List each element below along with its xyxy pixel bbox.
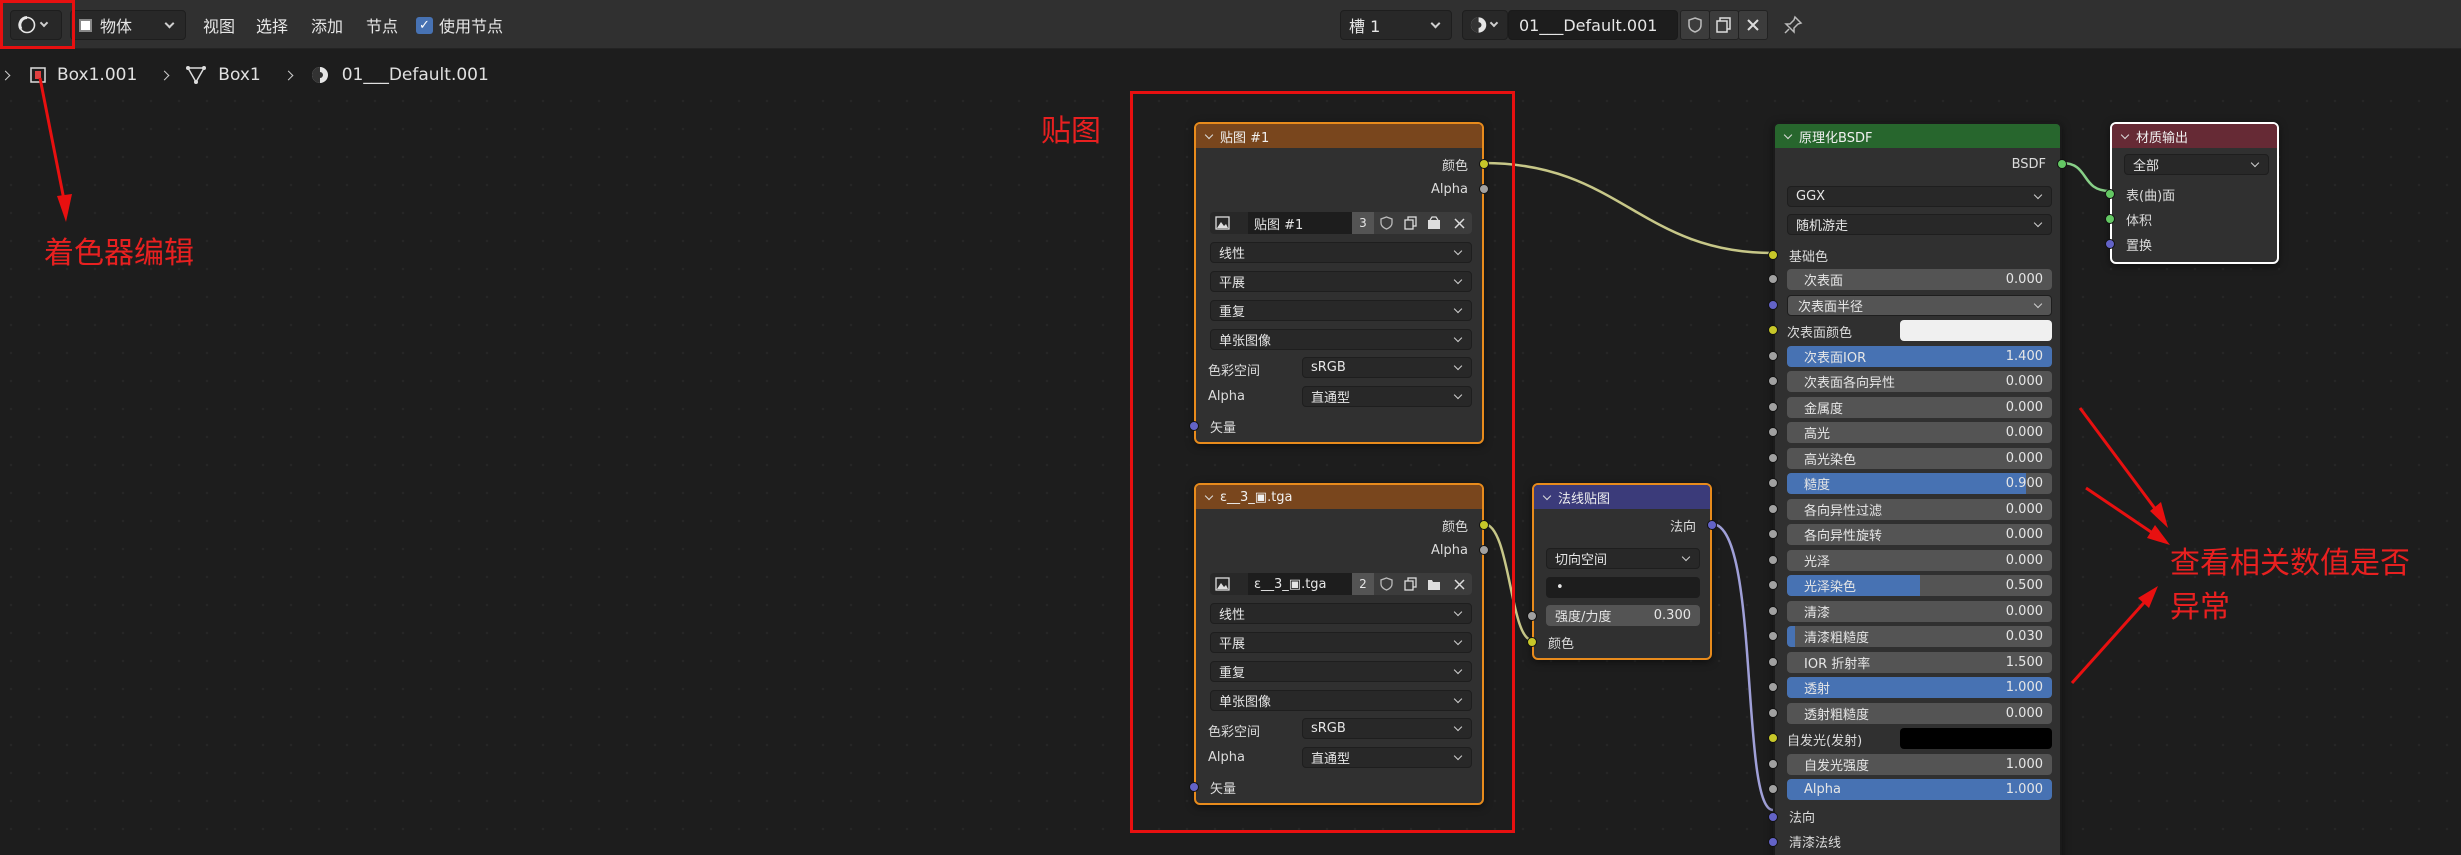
annotation-arrow-icon <box>38 77 68 211</box>
annotation-arrows <box>38 77 2170 685</box>
annotation-check-values: 查看相关数值是否 异常 <box>2170 542 2410 630</box>
annotation-line: 查看相关数值是否 <box>2170 546 2410 581</box>
annotation-arrow-icon <box>57 194 72 222</box>
annotation-line: 异常 <box>2170 590 2230 625</box>
annotation-arrow-icon <box>2147 525 2170 545</box>
annotation-texture: 贴图 <box>1041 114 1101 149</box>
annotation-arrow-icon <box>2070 594 2152 685</box>
annotation-shader-editor: 着色器编辑 <box>44 236 194 271</box>
annotation-arrow-icon <box>2085 486 2161 540</box>
annotation-arrow-icon <box>2078 407 2164 519</box>
